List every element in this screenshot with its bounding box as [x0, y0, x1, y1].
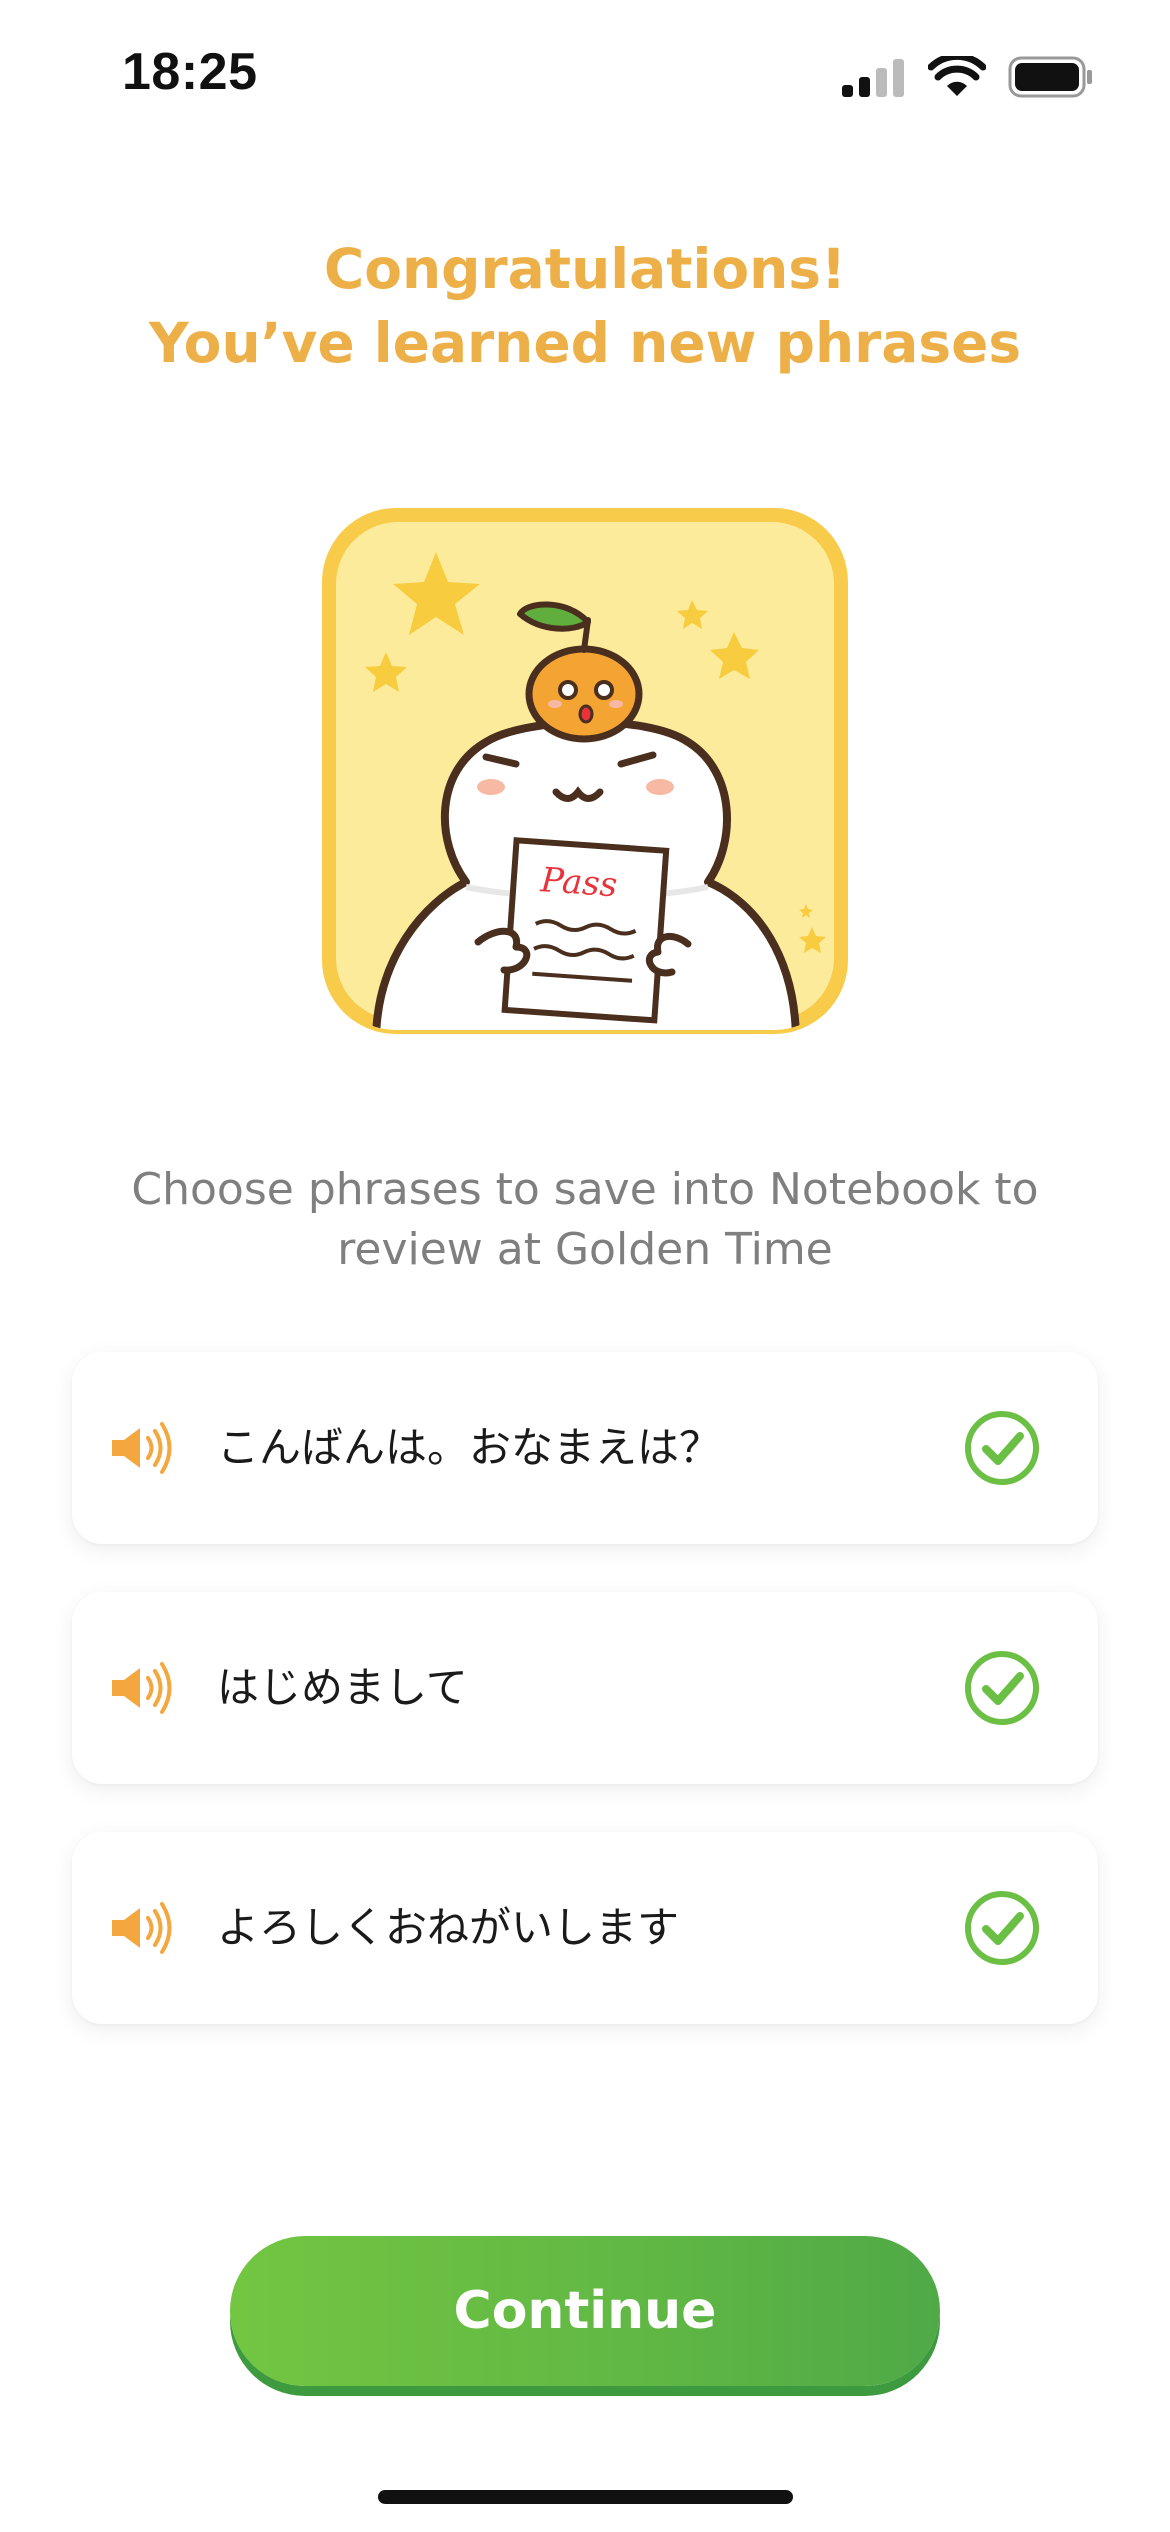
phrase-text: はじめまして [217, 1663, 468, 1712]
speaker-icon[interactable] [108, 1898, 174, 1958]
instruction-line-1: Choose phrases to save into Notebook to [131, 1164, 1039, 1215]
check-circle-icon[interactable] [964, 1410, 1040, 1486]
status-icons [842, 56, 1094, 98]
phrase-text: こんばんは。おなまえは？ [217, 1423, 722, 1472]
status-time: 18:25 [122, 43, 258, 101]
phrase-list: こんばんは。おなまえは？ はじめまして よろしくおねがいします [72, 1352, 1098, 2072]
heading-line-1: Congratulations! [323, 237, 847, 301]
cellular-signal-icon [842, 59, 904, 97]
phrase-item[interactable]: よろしくおねがいします [72, 1832, 1098, 2024]
status-bar: 18:25 [0, 0, 1170, 150]
phrase-item[interactable]: はじめまして [72, 1592, 1098, 1784]
congratulations-heading: Congratulations! You’ve learned new phra… [0, 232, 1170, 380]
wifi-icon [928, 56, 986, 96]
home-indicator[interactable] [378, 2490, 793, 2504]
continue-button[interactable]: Continue [230, 2236, 940, 2386]
check-circle-icon[interactable] [964, 1890, 1040, 1966]
heading-line-2: You’ve learned new phrases [148, 311, 1022, 375]
phrase-item[interactable]: こんばんは。おなまえは？ [72, 1352, 1098, 1544]
instruction-line-2: review at Golden Time [337, 1224, 833, 1275]
battery-icon [1008, 56, 1092, 98]
speaker-icon[interactable] [108, 1658, 174, 1718]
svg-text:Pass: Pass [538, 860, 618, 905]
check-circle-icon[interactable] [964, 1650, 1040, 1726]
speaker-icon[interactable] [108, 1418, 174, 1478]
mascot-pass-illustration: Pass [322, 508, 848, 1034]
phrase-text: よろしくおねがいします [217, 1903, 680, 1952]
instruction-text: Choose phrases to save into Notebook to … [90, 1160, 1080, 1280]
